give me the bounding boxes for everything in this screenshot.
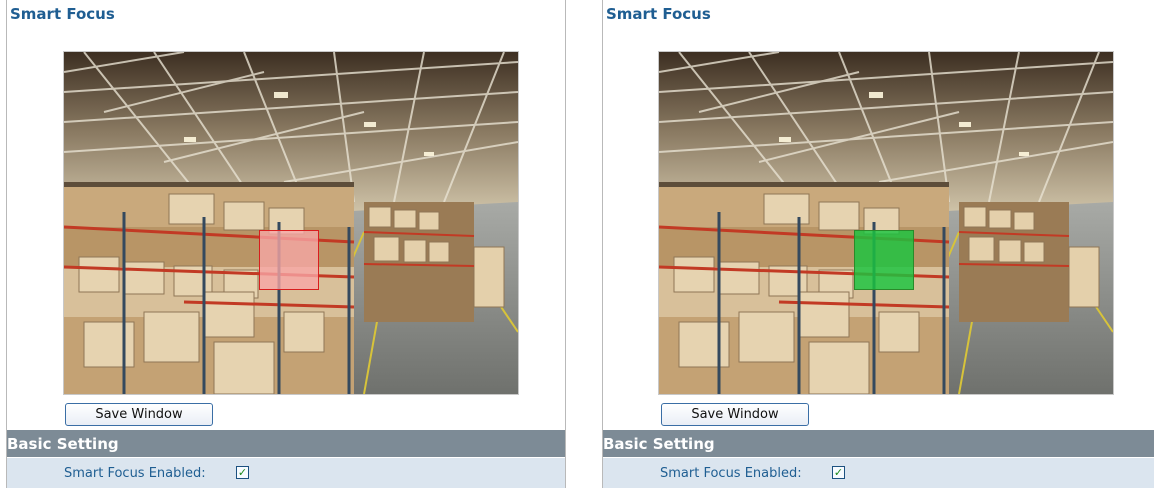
smart-focus-enabled-row: Smart Focus Enabled: ✓ [603, 458, 1154, 488]
section-title: Basic Setting [7, 435, 119, 453]
basic-setting-header: Basic Setting [603, 430, 1154, 457]
camera-preview[interactable] [659, 52, 1113, 394]
warehouse-camera-image [64, 52, 518, 394]
warehouse-camera-image [659, 52, 1113, 394]
panel-title: Smart Focus [606, 5, 711, 23]
camera-preview[interactable] [64, 52, 518, 394]
smart-focus-panel-right: Smart Focus Save Window Basic Setting Sm… [602, 0, 1154, 488]
save-window-button[interactable]: Save Window [65, 403, 213, 426]
section-title: Basic Setting [603, 435, 715, 453]
focus-window-unsaved[interactable] [259, 230, 319, 290]
basic-setting-header: Basic Setting [7, 430, 565, 457]
panel-title: Smart Focus [10, 5, 115, 23]
smart-focus-enabled-label: Smart Focus Enabled: [660, 466, 802, 481]
smart-focus-enabled-row: Smart Focus Enabled: ✓ [7, 458, 565, 488]
focus-window-saved[interactable] [854, 230, 914, 290]
save-window-button[interactable]: Save Window [661, 403, 809, 426]
smart-focus-enabled-checkbox[interactable]: ✓ [832, 466, 845, 479]
smart-focus-enabled-label: Smart Focus Enabled: [64, 466, 206, 481]
smart-focus-enabled-checkbox[interactable]: ✓ [236, 466, 249, 479]
smart-focus-panel-left: Smart Focus Save Window Basic Setting Sm… [6, 0, 566, 488]
